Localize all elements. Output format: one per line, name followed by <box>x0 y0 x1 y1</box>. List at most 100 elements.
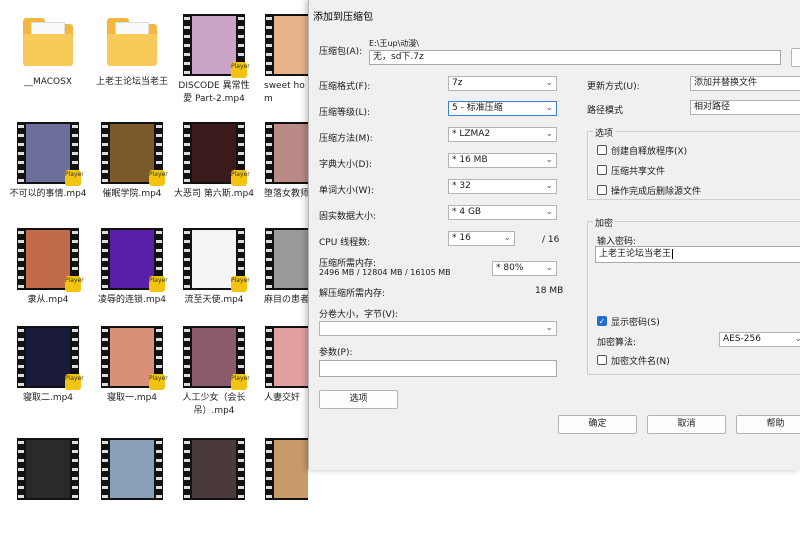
options-button[interactable]: 选项 <box>319 390 398 409</box>
add-to-archive-dialog: 添加到压缩包 压缩包(A): E:\王up\动漫\ 无，sd下.7z 压缩格式(… <box>308 0 800 470</box>
video-item[interactable]: Player 隶从.mp4 <box>8 228 88 338</box>
video-item[interactable]: Player 不可以的事情.mp4 <box>8 122 88 232</box>
folder-item[interactable]: 上老王论坛当老王 <box>92 10 172 120</box>
ok-button[interactable]: 确定 <box>558 415 637 434</box>
video-item[interactable]: 人妻交奸 <box>256 326 308 436</box>
threads-label: CPU 线程数: <box>319 238 371 248</box>
dict-select[interactable]: * 16 MB ⌄ <box>448 153 557 168</box>
sfx-checkbox[interactable] <box>597 145 607 155</box>
solid-select[interactable]: * 4 GB ⌄ <box>448 205 557 220</box>
dict-label: 字典大小(D): <box>319 160 372 170</box>
shared-files-label: 压缩共享文件 <box>611 167 666 177</box>
dialog-title: 添加到压缩包 <box>313 12 373 23</box>
video-thumbnail-icon <box>101 438 163 500</box>
video-item[interactable]: 堕落女教师 下.mp4 <box>256 122 308 232</box>
shared-files-checkbox[interactable] <box>597 165 607 175</box>
video-item[interactable]: Player 寝取二.mp4 <box>8 326 88 436</box>
folder-icon <box>101 10 163 72</box>
video-thumbnail-icon <box>265 14 308 76</box>
archive-name-combo[interactable]: 无，sd下.7z <box>369 50 781 65</box>
file-name: 隶从.mp4 <box>27 295 69 305</box>
delete-source-label: 操作完成后删除源文件 <box>611 187 702 197</box>
split-label: 分卷大小，字节(V): <box>319 310 399 320</box>
video-item[interactable] <box>174 438 254 548</box>
video-item[interactable]: 麻目の患者 <box>256 228 308 338</box>
folder-icon <box>17 10 79 72</box>
player-badge-icon: Player <box>231 62 250 78</box>
encryption-group-title: 加密 <box>593 216 616 229</box>
video-item[interactable] <box>92 438 172 548</box>
archive-path: E:\王up\动漫\ <box>369 39 419 48</box>
video-item[interactable]: Player 寝取一.mp4 <box>92 326 172 436</box>
file-name: 上老王论坛当老王 <box>95 77 168 87</box>
video-item[interactable] <box>8 438 88 548</box>
encryption-method-label: 加密算法: <box>597 338 637 348</box>
word-select[interactable]: * 32 ⌄ <box>448 179 557 194</box>
video-thumbnail-icon <box>17 438 79 500</box>
encrypt-names-checkbox[interactable] <box>597 355 607 365</box>
player-badge-icon: Player <box>231 276 250 292</box>
update-value: 添加并替换文件 <box>694 78 758 88</box>
threads-value: * 16 <box>452 233 471 243</box>
video-item[interactable]: Player DISCODE 異常性愛 Part-2.mp4 <box>174 14 254 124</box>
show-password-checkbox[interactable]: ✓ <box>597 316 607 326</box>
method-label: 压缩方法(M): <box>319 134 373 144</box>
chevron-down-icon: ⌄ <box>545 155 553 165</box>
file-name: 人妻交奸 <box>264 393 301 403</box>
file-name: __MACOSX <box>23 77 72 87</box>
video-item[interactable]: sweet ho 蜜之家.m <box>256 14 308 124</box>
video-item[interactable]: Player 人工少女（会长吊）.mp4 <box>174 326 254 436</box>
method-select[interactable]: * LZMA2 ⌄ <box>448 127 557 142</box>
params-input[interactable] <box>319 360 557 377</box>
split-select[interactable]: ⌄ <box>319 321 557 336</box>
archive-name-value: 无，sd下.7z <box>373 52 424 62</box>
folder-item[interactable]: __MACOSX <box>8 10 88 120</box>
password-input[interactable]: 上老王论坛当老王 <box>595 246 800 263</box>
mem-usage-select[interactable]: * 80% ⌄ <box>492 261 557 276</box>
pathmode-select[interactable]: 相对路径 <box>690 100 800 115</box>
video-thumbnail-icon: Player <box>17 326 84 390</box>
options-group-title: 选项 <box>593 126 616 139</box>
params-label: 参数(P): <box>319 348 353 358</box>
delete-source-checkbox[interactable] <box>597 185 607 195</box>
mem-compress-detail: 2496 MB / 12804 MB / 16105 MB <box>319 268 451 277</box>
video-item[interactable] <box>256 438 308 548</box>
sfx-label: 创建自释放程序(X) <box>611 147 688 157</box>
cancel-button[interactable]: 取消 <box>647 415 726 434</box>
player-badge-icon: Player <box>149 276 168 292</box>
chevron-down-icon: ⌄ <box>545 263 553 273</box>
video-item[interactable]: Player 大恶司 第六斯.mp4 <box>174 122 254 232</box>
video-item[interactable]: Player 催眠学院.mp4 <box>92 122 172 232</box>
file-name: 堕落女教师 下.mp4 <box>264 189 308 199</box>
method-value: * LZMA2 <box>452 129 491 139</box>
pathmode-label: 路径模式 <box>587 106 624 116</box>
update-select[interactable]: 添加并替换文件 <box>690 76 800 91</box>
video-item[interactable]: Player 凌辱的连锁.mp4 <box>92 228 172 338</box>
help-button[interactable]: 帮助 <box>736 415 800 434</box>
show-password-label: 显示密码(S) <box>611 318 660 328</box>
player-badge-icon: Player <box>149 374 168 390</box>
video-thumbnail-icon <box>183 438 245 500</box>
encryption-method-value: AES-256 <box>723 334 761 344</box>
chevron-down-icon: ⌄ <box>545 129 553 139</box>
password-value: 上老王论坛当老王 <box>599 249 672 259</box>
video-thumbnail-icon: Player <box>101 326 168 390</box>
format-label: 压缩格式(F): <box>319 82 371 92</box>
video-thumbnail-icon: Player <box>183 122 250 186</box>
level-select[interactable]: 5 - 标准压缩 ⌄ <box>448 101 557 116</box>
threads-select[interactable]: * 16 ⌄ <box>448 231 515 246</box>
chevron-down-icon: ⌄ <box>503 233 511 243</box>
video-thumbnail-icon: Player <box>183 14 250 78</box>
browse-button[interactable] <box>791 48 800 67</box>
file-name: 不可以的事情.mp4 <box>9 189 87 199</box>
player-badge-icon: Player <box>65 374 84 390</box>
level-value: 5 - 标准压缩 <box>452 103 503 113</box>
format-select[interactable]: 7z ⌄ <box>448 76 557 91</box>
video-thumbnail-icon: Player <box>183 326 250 390</box>
encryption-method-select[interactable]: AES-256 ⌄ <box>719 332 800 347</box>
video-item[interactable]: Player 流至天使.mp4 <box>174 228 254 338</box>
player-badge-icon: Player <box>65 276 84 292</box>
video-thumbnail-icon: Player <box>17 228 84 292</box>
video-thumbnail-icon <box>265 122 308 184</box>
player-badge-icon: Player <box>231 170 250 186</box>
